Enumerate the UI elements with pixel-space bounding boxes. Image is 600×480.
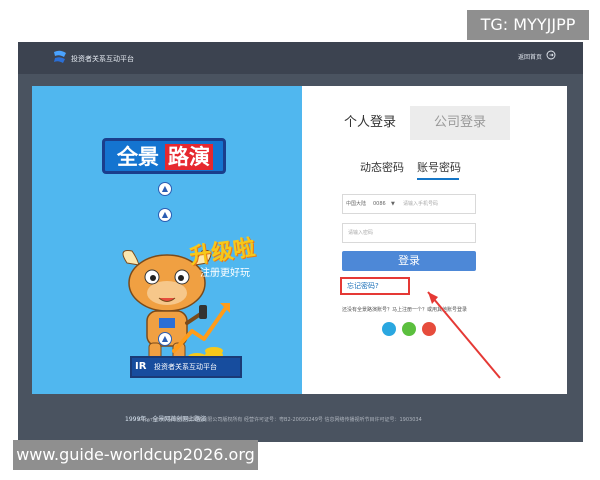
phone-input[interactable]: 请输入手机号码	[403, 195, 438, 213]
tab-personal-login[interactable]: 个人登录	[330, 106, 410, 140]
upgrade-subtitle: 注册更好玩	[200, 268, 250, 279]
active-subtab-indicator	[417, 178, 459, 180]
password-input[interactable]: 请输入密码	[342, 223, 476, 243]
tab-company-login[interactable]: 公司登录	[410, 106, 510, 140]
ir-platform-label: 投资者关系互动平台	[154, 363, 217, 371]
ir-platform-badge: IR 投资者关系互动平台	[130, 356, 242, 378]
logo-text-quanjing: 全景	[117, 145, 159, 169]
copyright-footer: Copyright©深圳市全景网络有限公司版权所有 经营许可证号：粤B2-200…	[138, 417, 422, 423]
ir-icon: IR	[135, 361, 147, 372]
promo-panel: 全景 路演 ▲ ▲ 升级啦 注册更好玩 ▲ IR 投资者关系互动平台 1999年…	[32, 86, 302, 423]
up-arrow-icon: ▲	[158, 332, 172, 346]
subtab-account-password[interactable]: 账号密码	[417, 159, 461, 175]
watermark-url: www.guide-worldcup2026.org	[13, 440, 258, 470]
telegram-badge: TG: MYYJJPP	[467, 10, 589, 40]
up-arrow-icon: ▲	[158, 208, 172, 222]
region-select[interactable]: 中国大陆	[346, 195, 366, 213]
weibo-login-icon[interactable]	[422, 322, 436, 336]
logo-text-roadshow: 路演	[165, 144, 213, 170]
login-panel: 个人登录 公司登录 动态密码 账号密码 中国大陆 0086 ▼ 请输入手机号码 …	[302, 86, 567, 394]
subtab-dynamic-password[interactable]: 动态密码	[360, 159, 404, 175]
qq-login-icon[interactable]	[382, 322, 396, 336]
login-button[interactable]: 登录	[342, 251, 476, 271]
exit-icon[interactable]	[546, 50, 556, 60]
register-or-other-login-text[interactable]: 还没有全景路演账号？马上注册一个？或用其他账号登录	[342, 306, 467, 313]
platform-name: 投资者关系互动平台	[71, 55, 134, 63]
quanjing-roadshow-logo: 全景 路演	[102, 138, 226, 174]
up-arrow-icon: ▲	[158, 182, 172, 196]
country-code-select[interactable]: 0086	[373, 195, 386, 213]
top-bar: 投资者关系互动平台 返回首页	[18, 42, 583, 74]
app-window: 投资者关系互动平台 返回首页 全景 路演 ▲ ▲ 升级啦 注册更好玩 ▲ IR …	[18, 42, 583, 442]
platform-logo-icon	[54, 50, 66, 63]
phone-input-row: 中国大陆 0086 ▼ 请输入手机号码	[342, 194, 476, 214]
wechat-login-icon[interactable]	[402, 322, 416, 336]
chevron-down-icon[interactable]: ▼	[391, 195, 395, 213]
forgot-password-link[interactable]: 忘记密码?	[340, 277, 410, 295]
back-home-link[interactable]: 返回首页	[518, 52, 542, 61]
